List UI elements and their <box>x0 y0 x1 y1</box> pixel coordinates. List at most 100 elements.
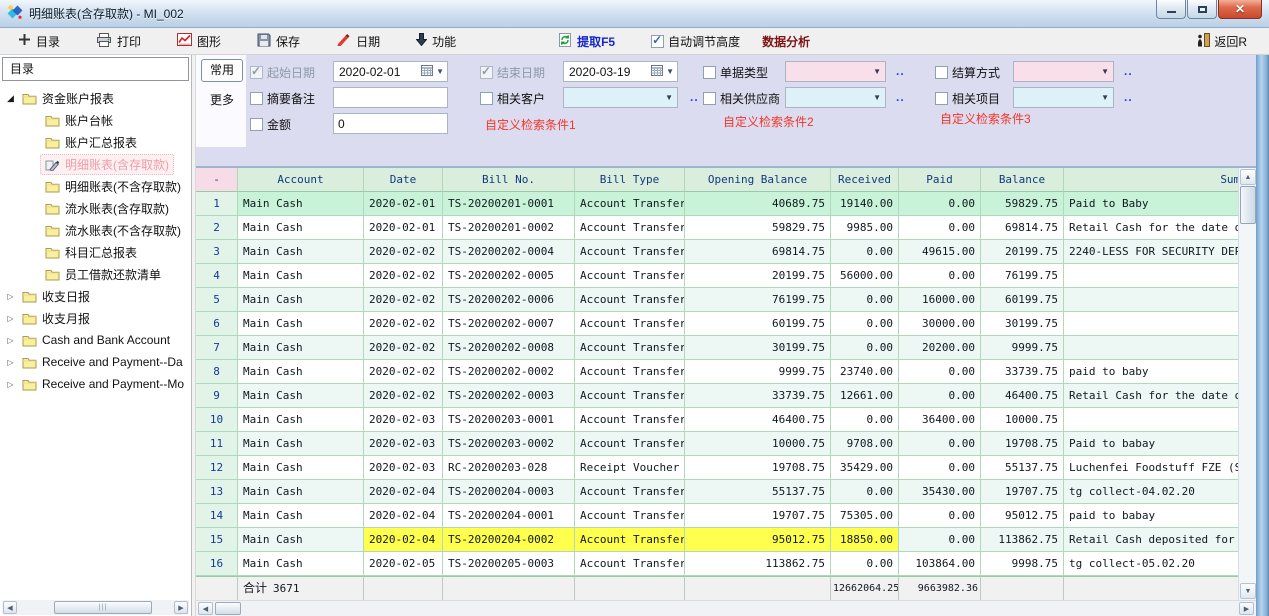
cell-paid[interactable]: 0.00 <box>899 192 981 216</box>
cell-paid[interactable]: 0.00 <box>899 360 981 384</box>
cell-balance[interactable]: 55137.75 <box>981 456 1064 480</box>
sidebar-item[interactable]: ▷收支日报 <box>0 285 190 307</box>
tree-item-body[interactable]: 账户台帐 <box>40 110 118 131</box>
cell-paid[interactable]: 0.00 <box>899 216 981 240</box>
cell-no[interactable]: 1 <box>196 192 238 216</box>
cell-bill_no[interactable]: TS-20200202-0007 <box>443 312 575 336</box>
cell-bill_no[interactable]: TS-20200204-0001 <box>443 504 575 528</box>
dropdown-arrow-icon[interactable]: ▼ <box>666 67 674 76</box>
cell-account[interactable]: Main Cash <box>238 480 364 504</box>
graph-button[interactable]: 图形 <box>171 30 227 53</box>
table-row[interactable]: 16Main Cash2020-02-05TS-20200205-0003Acc… <box>196 552 1238 576</box>
cell-balance[interactable]: 46400.75 <box>981 384 1064 408</box>
cell-bill_type[interactable]: Account Transfer <box>575 336 685 360</box>
cell-bill_type[interactable]: Receipt Voucher <box>575 456 685 480</box>
auto-height-toggle[interactable]: 自动调节高度 <box>651 33 740 50</box>
sidebar-horizontal-scrollbar[interactable]: ◀ ||| ▶ <box>2 600 189 615</box>
expand-arrow-icon[interactable]: ▷ <box>4 314 17 323</box>
cell-date[interactable]: 2020-02-01 <box>364 216 443 240</box>
amount-checkbox[interactable] <box>250 118 263 131</box>
cell-received[interactable]: 56000.00 <box>831 264 899 288</box>
cell-date[interactable]: 2020-02-01 <box>364 192 443 216</box>
cell-received[interactable]: 0.00 <box>831 312 899 336</box>
cell-no[interactable]: 4 <box>196 264 238 288</box>
sidebar-item[interactable]: 科目汇总报表 <box>0 241 190 263</box>
tree-item-body[interactable]: 资金账户报表 <box>17 88 119 109</box>
customer-combo[interactable]: ▼ <box>563 87 678 108</box>
tab-common[interactable]: 常用 <box>201 59 243 82</box>
cell-account[interactable]: Main Cash <box>238 312 364 336</box>
cell-paid[interactable]: 30000.00 <box>899 312 981 336</box>
table-row[interactable]: 14Main Cash2020-02-04TS-20200204-0001Acc… <box>196 504 1238 528</box>
cell-paid[interactable]: 0.00 <box>899 528 981 552</box>
cell-bill_type[interactable]: Account Transfer <box>575 264 685 288</box>
cell-bill_no[interactable]: TS-20200202-0004 <box>443 240 575 264</box>
cell-summary[interactable]: tg collect-05.02.20 <box>1064 552 1238 576</box>
cell-date[interactable]: 2020-02-02 <box>364 384 443 408</box>
cell-date[interactable]: 2020-02-02 <box>364 336 443 360</box>
sidebar-item[interactable]: 明细账表(含存取款) <box>0 153 190 175</box>
end-date-checkbox[interactable] <box>480 66 493 79</box>
cell-summary[interactable]: paid to babay <box>1064 504 1238 528</box>
scroll-down-icon[interactable]: ▼ <box>1240 583 1256 599</box>
save-button[interactable]: 保存 <box>251 30 306 53</box>
cell-received[interactable]: 75305.00 <box>831 504 899 528</box>
cell-opening[interactable]: 40689.75 <box>685 192 831 216</box>
tree-item-body[interactable]: Receive and Payment--Da <box>17 353 188 371</box>
print-button[interactable]: 打印 <box>90 30 147 53</box>
cell-summary[interactable]: Retail Cash deposited for the <box>1064 528 1238 552</box>
table-row[interactable]: 2Main Cash2020-02-01TS-20200201-0002Acco… <box>196 216 1238 240</box>
table-row[interactable]: 1Main Cash2020-02-01TS-20200201-0001Acco… <box>196 192 1238 216</box>
cell-balance[interactable]: 9998.75 <box>981 552 1064 576</box>
cell-balance[interactable]: 30199.75 <box>981 312 1064 336</box>
cell-balance[interactable]: 95012.75 <box>981 504 1064 528</box>
cell-account[interactable]: Main Cash <box>238 336 364 360</box>
cell-no[interactable]: 16 <box>196 552 238 576</box>
tree-item-body[interactable]: Cash and Bank Account <box>17 331 175 349</box>
cell-bill_no[interactable]: TS-20200204-0003 <box>443 480 575 504</box>
auto-height-checkbox[interactable] <box>651 35 664 48</box>
cell-bill_no[interactable]: TS-20200201-0002 <box>443 216 575 240</box>
cell-received[interactable]: 35429.00 <box>831 456 899 480</box>
cell-paid[interactable]: 103864.00 <box>899 552 981 576</box>
settle-method-browse[interactable]: .. <box>1124 64 1133 78</box>
cell-opening[interactable]: 60199.75 <box>685 312 831 336</box>
cell-bill_type[interactable]: Account Transfer <box>575 480 685 504</box>
cell-account[interactable]: Main Cash <box>238 504 364 528</box>
cell-date[interactable]: 2020-02-02 <box>364 360 443 384</box>
cell-account[interactable]: Main Cash <box>238 264 364 288</box>
column-header-opening-balance[interactable]: Opening Balance <box>685 168 831 192</box>
cell-no[interactable]: 7 <box>196 336 238 360</box>
scroll-up-icon[interactable]: ▲ <box>1240 169 1256 185</box>
project-browse[interactable]: .. <box>1124 90 1133 104</box>
bill-type-browse[interactable]: .. <box>896 64 905 78</box>
sidebar-item[interactable]: 流水账表(含存取款) <box>0 197 190 219</box>
cell-bill_no[interactable]: TS-20200202-0006 <box>443 288 575 312</box>
cell-received[interactable]: 9708.00 <box>831 432 899 456</box>
cell-received[interactable]: 19140.00 <box>831 192 899 216</box>
sidebar-item[interactable]: 账户台帐 <box>0 109 190 131</box>
cell-bill_type[interactable]: Account Transfer <box>575 216 685 240</box>
cell-paid[interactable]: 0.00 <box>899 384 981 408</box>
start-date-checkbox[interactable] <box>250 66 263 79</box>
scroll-left-icon[interactable]: ◀ <box>3 601 17 614</box>
table-row[interactable]: 4Main Cash2020-02-02TS-20200202-0005Acco… <box>196 264 1238 288</box>
cell-account[interactable]: Main Cash <box>238 192 364 216</box>
project-combo[interactable]: ▼ <box>1013 87 1114 108</box>
cell-date[interactable]: 2020-02-02 <box>364 240 443 264</box>
bill-type-combo[interactable]: ▼ <box>785 61 886 82</box>
tree-item-body[interactable]: Receive and Payment--Mo <box>17 375 189 393</box>
cell-balance[interactable]: 19707.75 <box>981 480 1064 504</box>
supplier-browse[interactable]: .. <box>896 90 905 104</box>
cell-balance[interactable]: 10000.75 <box>981 408 1064 432</box>
cell-paid[interactable]: 0.00 <box>899 456 981 480</box>
cell-summary[interactable]: paid to baby <box>1064 360 1238 384</box>
cell-summary[interactable]: Paid to Baby <box>1064 192 1238 216</box>
cell-no[interactable]: 14 <box>196 504 238 528</box>
sidebar-item[interactable]: 员工借款还款清单 <box>0 263 190 285</box>
cell-balance[interactable]: 33739.75 <box>981 360 1064 384</box>
scrollbar-thumb[interactable]: ||| <box>54 601 152 614</box>
cell-opening[interactable]: 30199.75 <box>685 336 831 360</box>
customer-checkbox[interactable] <box>480 92 493 105</box>
cell-no[interactable]: 3 <box>196 240 238 264</box>
